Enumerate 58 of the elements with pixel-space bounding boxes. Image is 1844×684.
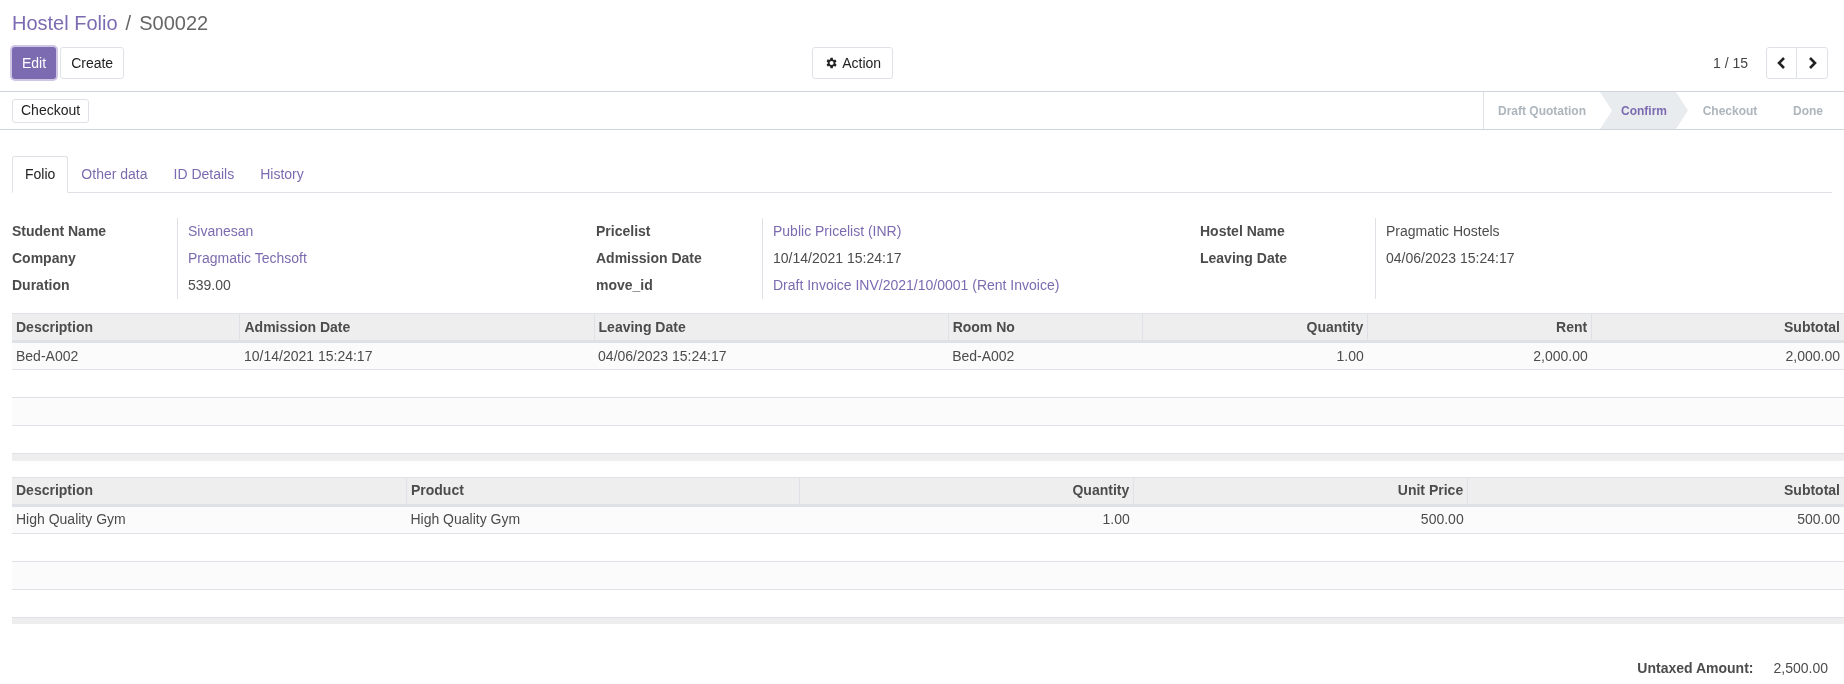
- field-label: Company: [12, 249, 77, 268]
- field-link[interactable]: Pragmatic Techsoft: [177, 245, 596, 272]
- column-header[interactable]: Quantity: [1142, 313, 1368, 342]
- table-cell: 500.00: [1467, 505, 1844, 533]
- column-header[interactable]: Admission Date: [240, 313, 595, 342]
- column-header[interactable]: Subtotal: [1591, 313, 1844, 342]
- column-header[interactable]: Product: [406, 477, 800, 505]
- field-label: Pricelist: [596, 222, 652, 241]
- pager-counter: 1 / 15: [1712, 53, 1748, 73]
- tab[interactable]: Other data: [68, 156, 161, 193]
- gear-icon: [824, 56, 839, 70]
- column-header[interactable]: Description: [12, 477, 407, 505]
- column-header[interactable]: Rent: [1367, 313, 1592, 342]
- field-value: 539.00: [177, 272, 596, 299]
- field-link[interactable]: Public Pricelist (INR): [762, 218, 1200, 245]
- chevron-right-icon: [1807, 57, 1817, 69]
- field-label: Duration: [12, 276, 71, 295]
- table-cell: 2,000.00: [1367, 341, 1592, 370]
- checkout-button[interactable]: Checkout: [12, 98, 90, 123]
- field-value: 10/14/2021 15:24:17: [762, 245, 1200, 272]
- tab[interactable]: ID Details: [160, 156, 248, 193]
- column-header[interactable]: Room No: [948, 313, 1143, 342]
- column-header[interactable]: Subtotal: [1467, 477, 1844, 505]
- field-label: Hostel Name: [1200, 222, 1286, 241]
- column-header[interactable]: Quantity: [799, 477, 1134, 505]
- field-label: Student Name: [12, 222, 108, 241]
- table-cell: 04/06/2023 15:24:17: [594, 341, 949, 370]
- tab[interactable]: Folio: [12, 156, 69, 193]
- field-label: move_id: [596, 276, 654, 295]
- field-label: Leaving Date: [1200, 249, 1289, 268]
- edit-button[interactable]: Edit: [12, 47, 57, 79]
- column-header[interactable]: Leaving Date: [594, 313, 949, 342]
- table-cell: 1.00: [1142, 341, 1368, 370]
- chevron-left-icon: [1776, 57, 1787, 69]
- column-header[interactable]: Unit Price: [1133, 477, 1468, 505]
- total-label: Untaxed Amount:: [1637, 659, 1754, 678]
- create-button[interactable]: Create: [60, 47, 125, 79]
- field-value: 04/06/2023 15:24:17: [1375, 245, 1675, 272]
- table-cell: 2,000.00: [1591, 341, 1844, 370]
- field-link[interactable]: Sivanesan: [177, 218, 596, 245]
- breadcrumb-link[interactable]: Hostel Folio: [12, 8, 118, 38]
- field-label: Admission Date: [596, 249, 703, 268]
- column-header[interactable]: Description: [12, 313, 240, 342]
- field-link[interactable]: Draft Invoice INV/2021/10/0001 (Rent Invoice): [762, 272, 1200, 299]
- table-cell: 1.00: [799, 505, 1134, 533]
- table-cell: 500.00: [1133, 505, 1468, 533]
- total-value: 2,500.00: [1773, 659, 1828, 678]
- table-cell: Bed-A002: [948, 341, 1143, 370]
- table-cell: Bed-A002: [12, 341, 240, 370]
- record-title: S00022: [139, 11, 209, 36]
- table-cell: High Quality Gym: [12, 505, 407, 533]
- table-cell: High Quality Gym: [406, 505, 800, 533]
- tab[interactable]: History: [247, 156, 317, 193]
- table-cell: 10/14/2021 15:24:17: [240, 341, 595, 370]
- field-value: Pragmatic Hostels: [1375, 218, 1675, 245]
- action-button[interactable]: Action: [812, 47, 894, 79]
- breadcrumb-separator: /: [125, 11, 132, 36]
- status-stage[interactable]: Confirm: [1600, 92, 1688, 129]
